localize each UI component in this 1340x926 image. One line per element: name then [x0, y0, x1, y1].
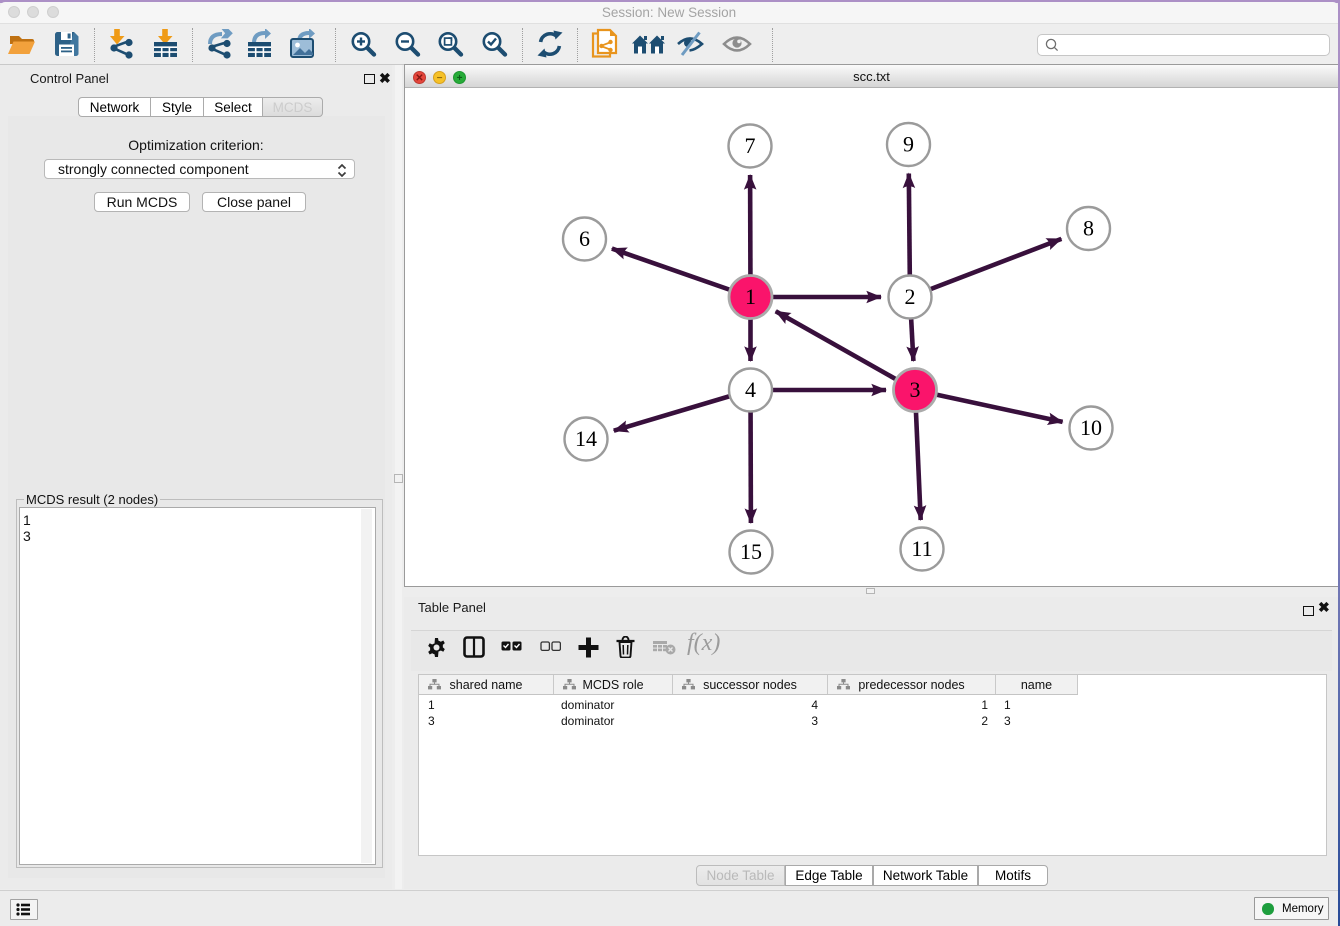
svg-text:9: 9	[903, 132, 914, 157]
svg-text:6: 6	[579, 226, 590, 251]
svg-text:15: 15	[740, 539, 762, 564]
svg-text:11: 11	[911, 536, 932, 561]
svg-text:8: 8	[1083, 216, 1094, 241]
svg-text:1: 1	[745, 284, 756, 309]
svg-text:7: 7	[745, 133, 756, 158]
svg-text:2: 2	[905, 284, 916, 309]
svg-text:14: 14	[575, 426, 597, 451]
svg-text:3: 3	[910, 377, 921, 402]
svg-text:4: 4	[745, 377, 756, 402]
svg-text:10: 10	[1080, 415, 1102, 440]
